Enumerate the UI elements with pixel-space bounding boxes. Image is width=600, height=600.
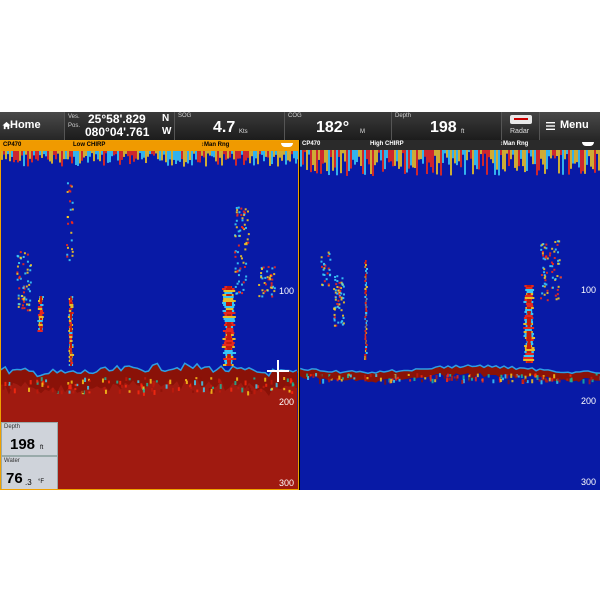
longitude-hemisphere: W [162, 126, 172, 137]
boat-icon [582, 142, 594, 146]
depth-scale-200: 200 [580, 396, 596, 406]
sog-cell: SOG 4.7 Kts [175, 112, 285, 140]
sog-label: SOG [178, 113, 192, 119]
position-label: Pos. [68, 123, 81, 129]
depth-scale-300: 300 [580, 477, 596, 487]
range-mode: ↕Man Rng [500, 141, 529, 147]
status-bar: Home Ves. Pos. 25°58'.829 N 080°04'.761 … [0, 112, 600, 140]
water-box-label: Water [4, 458, 20, 464]
depth-box-label: Depth [4, 424, 21, 430]
cog-value: 182° [316, 119, 350, 136]
longitude-value: 080°04'.761 [85, 125, 150, 139]
cursor-crosshair-icon [267, 360, 289, 382]
cog-label: COG [288, 113, 302, 119]
water-box-unit: °F [38, 479, 45, 485]
home-label: Home [10, 119, 41, 131]
water-temp-box[interactable]: Water 76 .3 °F [1, 456, 58, 489]
chirp-mode: Low CHIRP [73, 142, 106, 148]
depth-scale-100: 100 [278, 286, 294, 296]
range-mode: ↕Man Rng [201, 142, 230, 148]
boat-icon [281, 143, 293, 147]
depth-box-value: 198 [10, 436, 36, 453]
depth-box-unit: ft [40, 445, 44, 451]
depth-value: 198 [430, 119, 457, 136]
depth-unit: ft [461, 129, 465, 135]
device-name: CP470 [302, 141, 321, 147]
cog-unit: M [360, 129, 365, 135]
depth-cell: Depth 198 ft [392, 112, 502, 140]
water-box-value: 76 [6, 470, 23, 487]
depth-scale-300: 300 [278, 478, 294, 488]
menu-label: Menu [560, 119, 589, 131]
water-box-decimal: .3 [25, 478, 32, 487]
latitude-value: 25°58'.829 [88, 112, 146, 126]
pane-header: CP470 High CHIRP ↕Man Rng [300, 140, 600, 150]
menu-button[interactable]: Menu [540, 112, 600, 140]
home-button[interactable]: Home [0, 112, 65, 140]
cog-cell: COG 182° M [285, 112, 392, 140]
sonar-pane-high-chirp[interactable]: CP470 High CHIRP ↕Man Rng 100 200 300 [300, 140, 600, 490]
radar-label: Radar [510, 128, 530, 135]
device-name: CP470 [3, 142, 22, 148]
depth-scale-200: 200 [278, 397, 294, 407]
chirp-mode: High CHIRP [370, 141, 404, 147]
vessel-label: Ves. [68, 114, 80, 120]
depth-data-box[interactable]: Depth 198 ft [1, 422, 58, 456]
sonar-echo-display [300, 150, 600, 490]
depth-label: Depth [395, 113, 412, 119]
depth-scale-100: 100 [580, 285, 596, 295]
menu-lines-icon [546, 122, 555, 130]
vessel-position: Ves. Pos. 25°58'.829 N 080°04'.761 W [65, 112, 175, 140]
chartplotter-screen: Home Ves. Pos. 25°58'.829 N 080°04'.761 … [0, 112, 600, 490]
sog-value: 4.7 [213, 119, 236, 136]
latitude-hemisphere: N [162, 113, 170, 124]
pane-header: CP470 Low CHIRP ↕Man Rng [1, 141, 298, 151]
sonar-pane-low-chirp[interactable]: CP470 Low CHIRP ↕Man Rng 100 200 300 Dep… [0, 140, 299, 490]
radar-icon [510, 115, 532, 124]
sog-unit: Kts [239, 129, 248, 135]
radar-button[interactable]: Radar [502, 112, 540, 140]
